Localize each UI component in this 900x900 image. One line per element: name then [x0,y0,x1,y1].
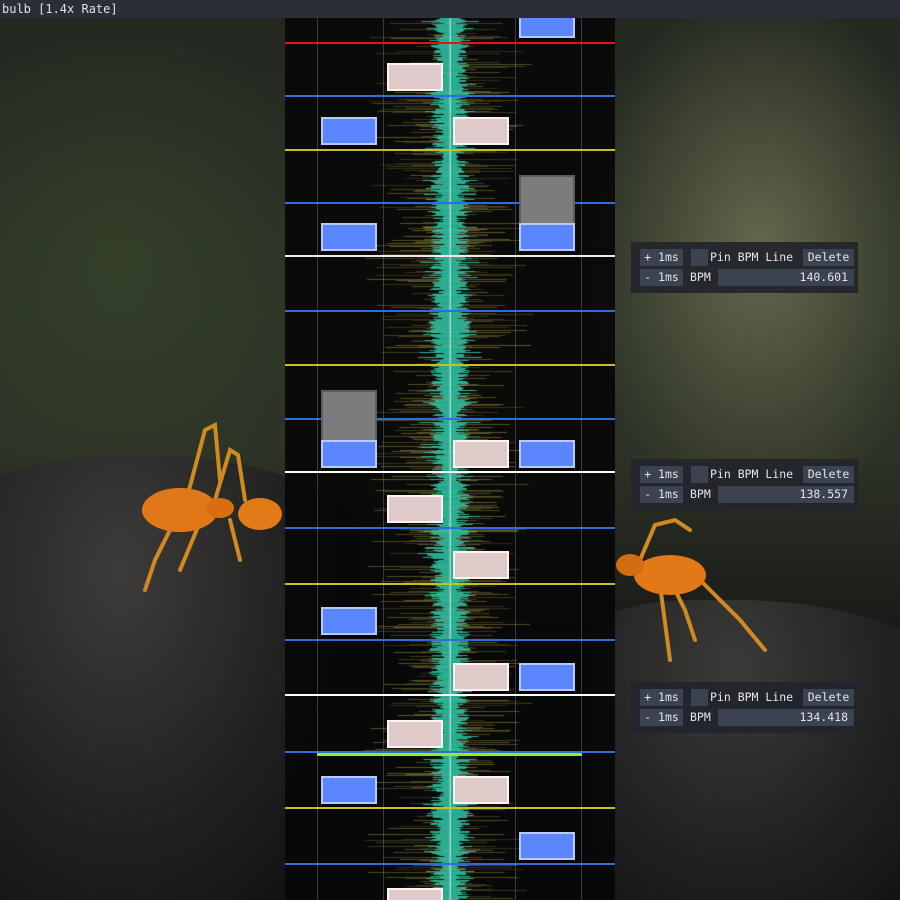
pin-bpm-line-label: Pin BPM Line [710,467,794,481]
bpm-label: BPM [690,270,711,284]
note-lane2[interactable] [387,888,443,900]
lane-divider [581,0,582,900]
beat-line-blue [285,310,615,312]
ant-left-image [142,421,282,592]
note-lane3[interactable] [453,117,509,145]
bpm-panel: + 1ms Pin BPM Line Delete - 1ms BPM 138.… [631,459,858,510]
bpm-value-input[interactable]: 134.418 [718,709,854,726]
beat-line-blue [285,527,615,529]
hold-note-body[interactable] [519,175,575,225]
bpm-label: BPM [690,487,711,501]
beat-line-blue [285,639,615,641]
window-title: bulb [1.4x Rate] [2,2,118,16]
beat-line-blue [285,863,615,865]
delete-bpm-button[interactable]: Delete [803,249,854,266]
bpm-value-input[interactable]: 138.557 [718,486,854,503]
pin-bpm-line-checkbox[interactable] [691,689,708,706]
bpm-label: BPM [690,710,711,724]
note-lane3[interactable] [453,663,509,691]
window-title-bar: bulb [1.4x Rate] [0,0,900,18]
lane-divider [317,0,318,900]
bpm-panel: + 1ms Pin BPM Line Delete - 1ms BPM 134.… [631,682,858,733]
minus-1ms-button[interactable]: - 1ms [640,269,683,286]
ant-right-image [616,517,767,662]
measure-line [285,255,615,257]
hold-note-body[interactable] [321,390,377,442]
note-lane3[interactable] [453,551,509,579]
delete-bpm-button[interactable]: Delete [803,689,854,706]
bpm-change-line[interactable] [317,753,582,756]
pin-bpm-line-label: Pin BPM Line [710,690,794,704]
note-lane3[interactable] [453,776,509,804]
beat-line-red [285,42,615,44]
note-lane4[interactable] [519,663,575,691]
note-lane1[interactable] [321,776,377,804]
plus-1ms-button[interactable]: + 1ms [640,466,683,483]
bpm-value-input[interactable]: 140.601 [718,269,854,286]
playfield[interactable] [285,0,615,900]
measure-line [285,471,615,473]
bpm-panel: + 1ms Pin BPM Line Delete - 1ms BPM 140.… [631,242,858,293]
note-lane4[interactable] [519,223,575,251]
beat-line-yellow [285,583,615,585]
plus-1ms-button[interactable]: + 1ms [640,249,683,266]
plus-1ms-button[interactable]: + 1ms [640,689,683,706]
note-lane4[interactable] [519,440,575,468]
beat-line-yellow [285,149,615,151]
note-lane2[interactable] [387,495,443,523]
note-lane4[interactable] [519,832,575,860]
beat-line-blue [285,95,615,97]
lane-divider [383,0,384,900]
delete-bpm-button[interactable]: Delete [803,466,854,483]
lane-divider [515,0,516,900]
minus-1ms-button[interactable]: - 1ms [640,486,683,503]
note-lane1[interactable] [321,440,377,468]
beat-line-yellow [285,807,615,809]
lane-divider [449,0,450,900]
note-lane1[interactable] [321,117,377,145]
beat-line-yellow [285,364,615,366]
measure-line [285,694,615,696]
minus-1ms-button[interactable]: - 1ms [640,709,683,726]
note-lane3[interactable] [453,440,509,468]
note-lane2[interactable] [387,720,443,748]
note-lane1[interactable] [321,223,377,251]
pin-bpm-line-checkbox[interactable] [691,249,708,266]
pin-bpm-line-label: Pin BPM Line [710,250,794,264]
note-lane1[interactable] [321,607,377,635]
pin-bpm-line-checkbox[interactable] [691,466,708,483]
note-lane2[interactable] [387,63,443,91]
